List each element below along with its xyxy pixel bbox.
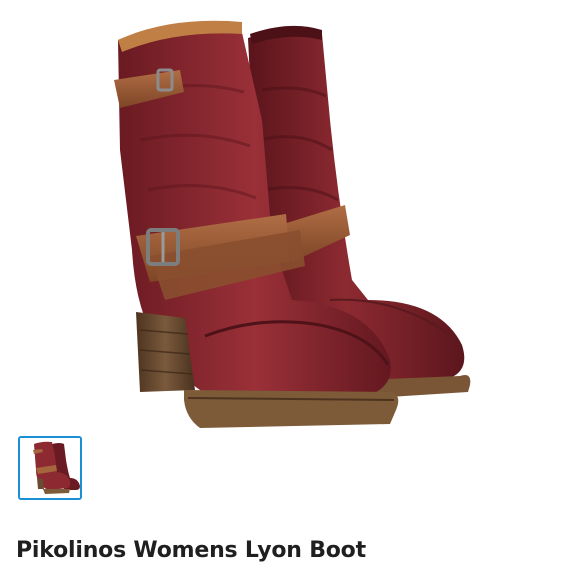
product-main-image[interactable] [0, 0, 580, 430]
thumbnail-boots-image [20, 438, 80, 498]
product-page: Pikolinos Womens Lyon Boot [0, 0, 580, 580]
thumbnail-1[interactable] [18, 436, 82, 500]
boots-image [114, 20, 471, 428]
product-title: Pikolinos Womens Lyon Boot [16, 538, 366, 563]
thumbnail-strip [18, 436, 82, 500]
